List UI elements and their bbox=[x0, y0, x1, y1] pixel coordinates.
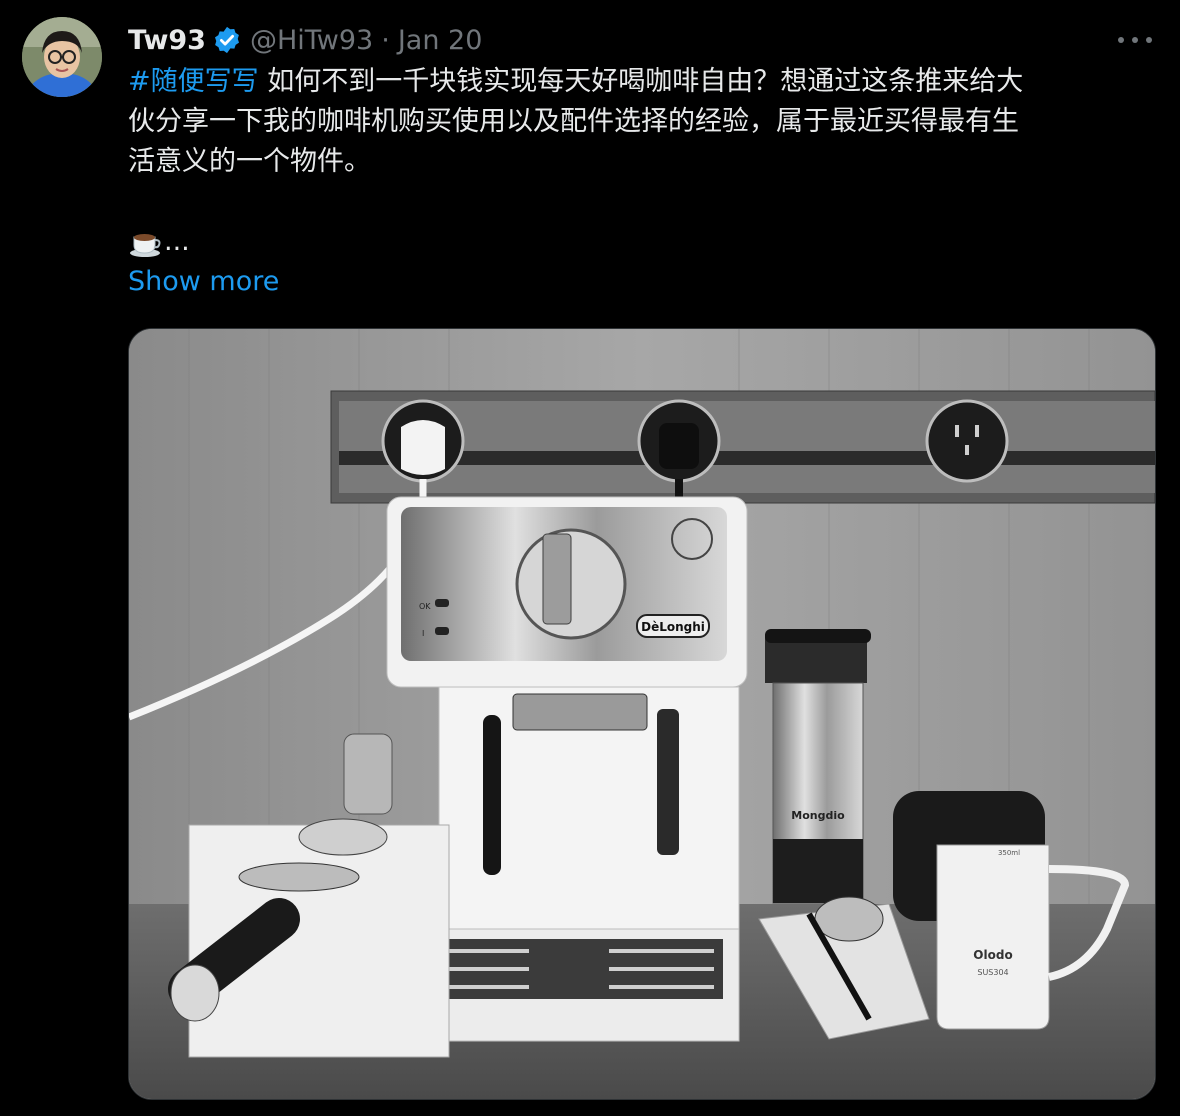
author-handle[interactable]: @HiTw93 bbox=[250, 25, 373, 56]
more-horizontal-icon[interactable] bbox=[1118, 28, 1152, 52]
tweet-text-line2: 伙分享一下我的咖啡机购买使用以及配件选择的经验，属于最近买得最有生 bbox=[128, 106, 1019, 137]
pitcher-sub: SUS304 bbox=[977, 968, 1008, 977]
emoji-line: ... bbox=[128, 222, 1158, 262]
coffee-cup-emoji bbox=[128, 225, 162, 259]
author-avatar[interactable] bbox=[22, 17, 102, 97]
power-label: I bbox=[422, 629, 424, 638]
show-more-link[interactable]: Show more bbox=[128, 262, 279, 302]
grinder-brand: Mongdio bbox=[791, 809, 845, 822]
ok-label: OK bbox=[419, 602, 431, 611]
hashtag-link[interactable]: #随便写写 bbox=[128, 66, 259, 97]
pitcher-scale: 350ml bbox=[998, 849, 1020, 857]
machine-brand: DèLonghi bbox=[641, 620, 705, 634]
verified-badge-icon bbox=[212, 25, 242, 55]
tweet-body: #随便写写 如何不到一千块钱实现每天好喝咖啡自由？想通过这条推来给大 伙分享一下… bbox=[128, 62, 1158, 262]
tweet-header: Tw93 @HiTw93 · Jan 20 bbox=[128, 20, 482, 60]
pitcher-brand: Olodo bbox=[973, 948, 1012, 962]
ellipsis-text: ... bbox=[164, 226, 190, 257]
tweet-photo[interactable]: OK I DèLonghi Mongdio Olodo SUS304 350ml bbox=[128, 328, 1156, 1100]
author-name[interactable]: Tw93 bbox=[128, 25, 206, 56]
header-separator: · bbox=[381, 24, 390, 56]
tweet-text-line3: 活意义的一个物件。 bbox=[128, 146, 371, 177]
tweet-text-line1: 如何不到一千块钱实现每天好喝咖啡自由？想通过这条推来给大 bbox=[267, 66, 1024, 97]
coffee-setup-photo: OK I DèLonghi Mongdio Olodo SUS304 350ml bbox=[129, 329, 1155, 1099]
tweet-date[interactable]: Jan 20 bbox=[398, 25, 483, 56]
